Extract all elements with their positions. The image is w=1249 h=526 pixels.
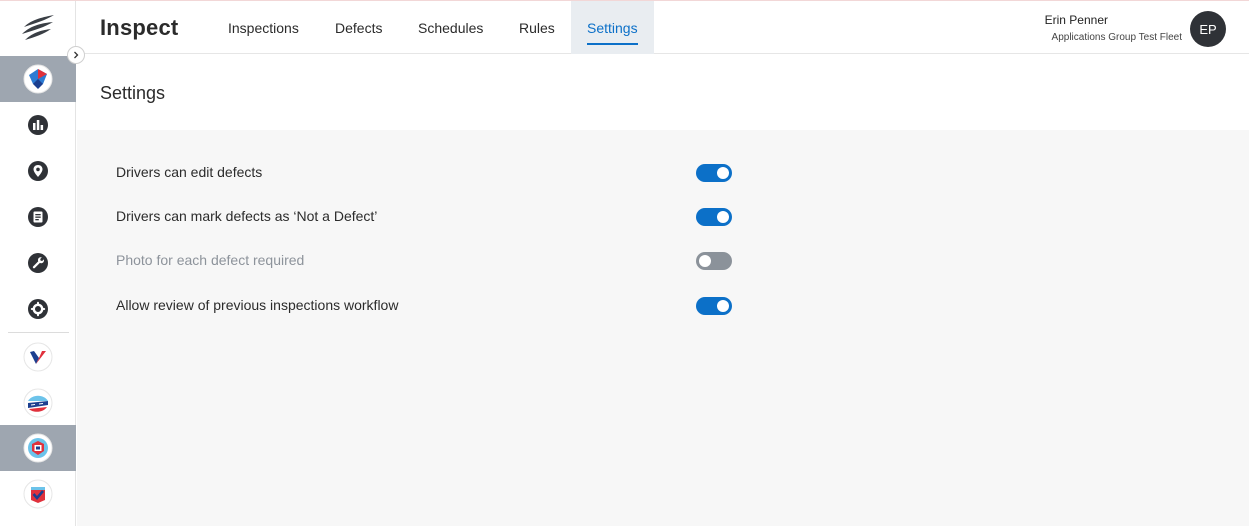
document-icon [28,207,48,227]
setting-row-photo-required: Photo for each defect required [116,250,736,272]
setting-label: Drivers can mark defects as ‘Not a Defec… [116,208,378,224]
tab-label: Inspections [228,19,299,36]
tab-label: Defects [335,19,383,36]
page-title: Settings [100,83,166,103]
tab-rules[interactable]: Rules [503,1,571,54]
tab-defects[interactable]: Defects [319,1,398,54]
app-road-icon [23,388,53,418]
tab-label: Settings [587,19,638,36]
location-pin-icon [28,161,48,181]
tab-schedules[interactable]: Schedules [402,1,499,54]
not-a-defect-toggle[interactable] [696,208,732,226]
toggle-knob [717,211,729,223]
tab-label: Rules [519,19,555,36]
edit-defects-toggle[interactable] [696,164,732,182]
review-previous-toggle[interactable] [696,297,732,315]
sidebar-item-app-road[interactable] [0,380,76,426]
setting-row-review-previous: Allow review of previous inspections wor… [116,295,736,317]
toggle-knob [699,255,711,267]
sidebar-item-documents[interactable] [0,194,76,240]
setting-row-not-a-defect: Drivers can mark defects as ‘Not a Defec… [116,206,736,228]
app-check-icon [23,479,53,509]
setting-label: Drivers can edit defects [116,164,263,180]
user-organization: Applications Group Test Fleet [1051,32,1182,43]
tab-settings[interactable]: Settings [571,1,654,54]
sidebar-item-app-v[interactable] [0,334,76,380]
app-shield-icon [23,433,53,463]
sidebar-expand-button[interactable] [67,46,85,64]
app-root: Inspect Inspections Defects Schedules Ru… [0,0,1249,526]
chevron-right-icon [74,51,79,59]
sidebar-item-maintenance[interactable] [0,240,76,286]
inspect-app-icon [23,64,53,94]
setting-row-edit-defects: Drivers can edit defects [116,162,736,184]
sidebar-item-app-check[interactable] [0,471,76,517]
bar-chart-icon [28,115,48,135]
tab-inspections[interactable]: Inspections [212,1,315,54]
sidebar-item-app-shield[interactable] [0,425,76,471]
top-header: Inspect Inspections Defects Schedules Ru… [77,1,1249,54]
gear-icon [28,299,48,319]
page-header: Settings [77,55,1249,130]
photo-required-toggle[interactable] [696,252,732,270]
avatar[interactable]: EP [1190,11,1226,47]
settings-panel: Drivers can edit defects Drivers can mar… [77,130,1249,526]
sidebar-item-map[interactable] [0,148,76,194]
sidebar-item-reports[interactable] [0,102,76,148]
setting-label: Allow review of previous inspections wor… [116,297,399,313]
toggle-knob [717,167,729,179]
brand-logo-icon[interactable] [18,9,58,45]
wrench-icon [28,253,48,273]
sidebar-item-settings[interactable] [0,286,76,332]
app-title: Inspect [100,15,179,40]
app-v-icon [23,342,53,372]
avatar-initials: EP [1199,21,1217,37]
user-name: Erin Penner [1044,13,1108,27]
setting-label: Photo for each defect required [116,252,305,268]
toggle-knob [717,300,729,312]
tab-label: Schedules [418,19,484,36]
sidebar-item-inspect[interactable] [0,56,76,102]
sidebar [0,1,85,526]
sidebar-divider [8,332,69,333]
